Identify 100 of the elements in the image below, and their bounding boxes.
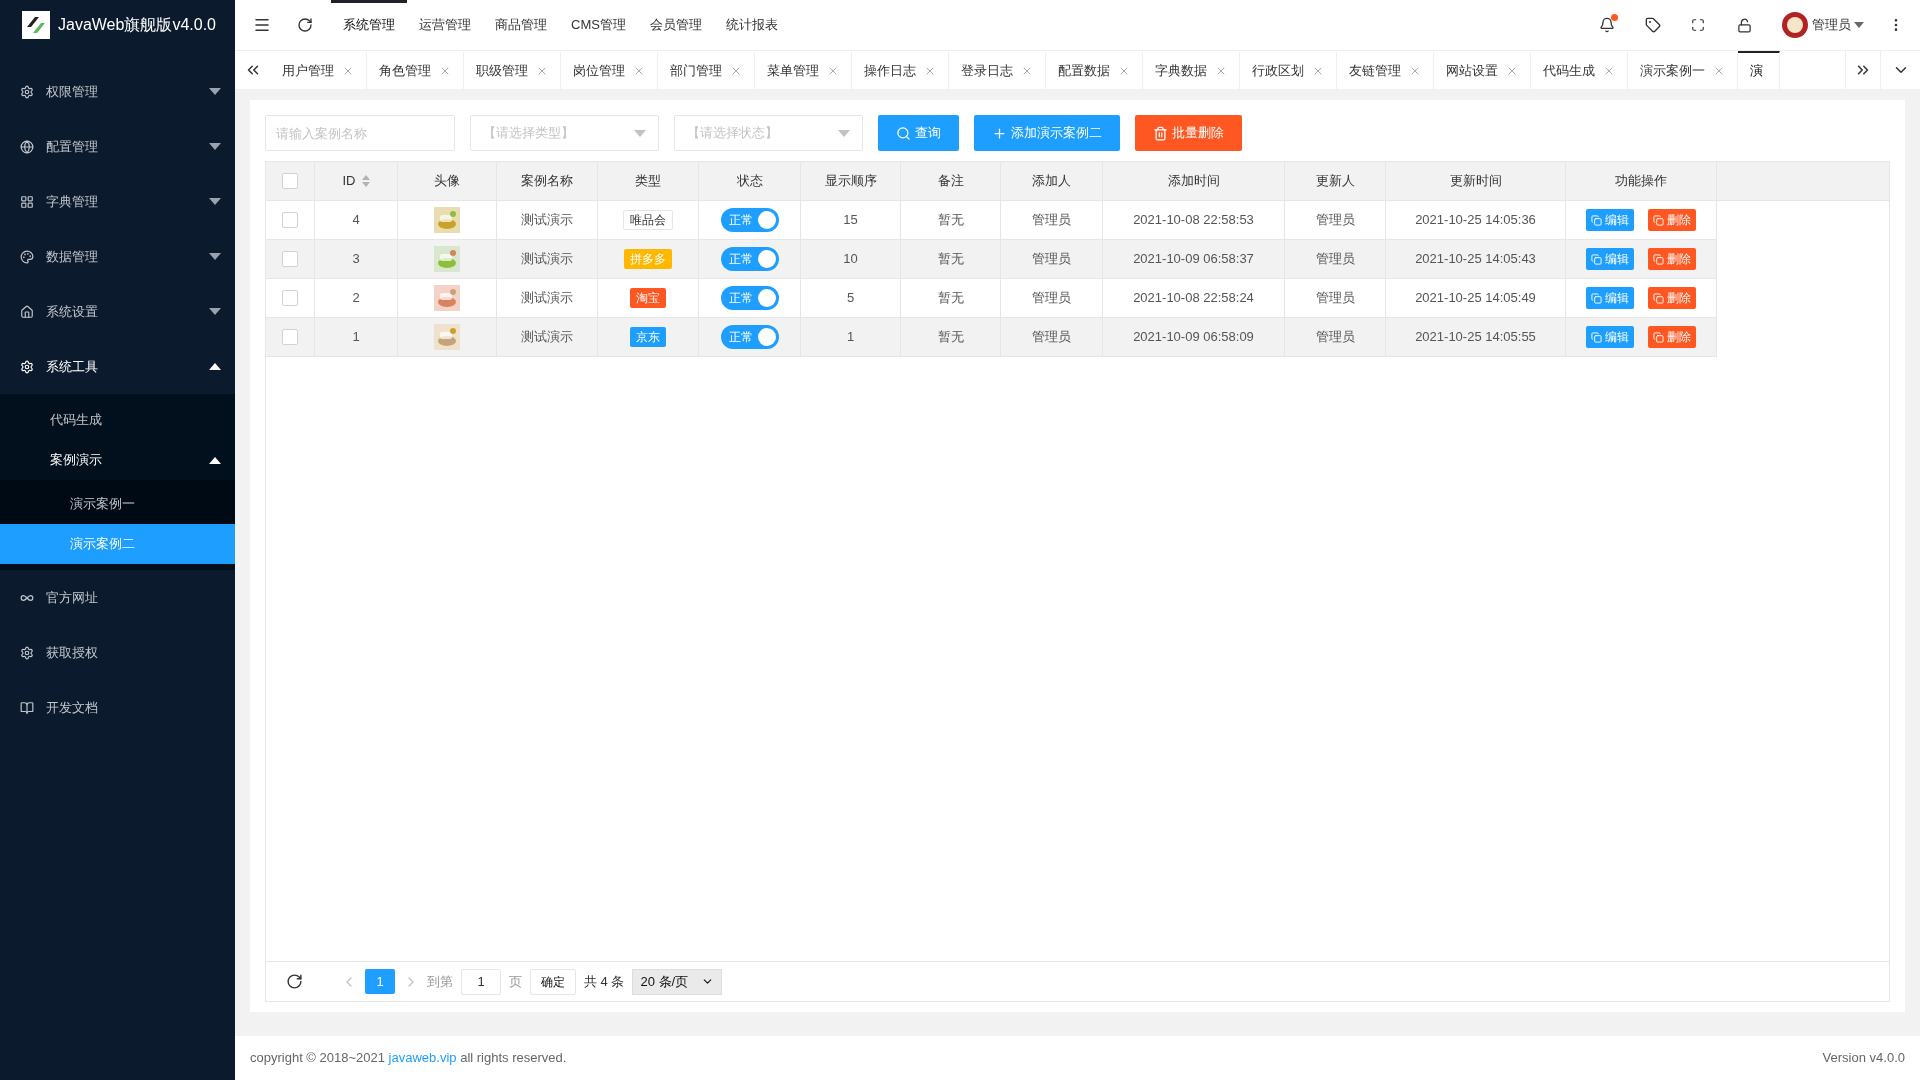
table-cell-text: 10 (843, 250, 858, 269)
close-icon[interactable] (1713, 65, 1725, 77)
page-tab[interactable]: 友链管理 (1337, 51, 1434, 89)
column-header[interactable]: ID (342, 171, 356, 191)
close-icon[interactable] (633, 65, 645, 77)
sidebar-item[interactable]: 官方网址 (0, 570, 235, 625)
page-tab[interactable]: 用户管理 (270, 51, 367, 89)
submenu-item[interactable]: 代码生成 (0, 400, 235, 440)
sidebar-item[interactable]: 获取授权 (0, 625, 235, 680)
close-icon[interactable] (1215, 65, 1227, 77)
table-cell-text: 暂无 (937, 328, 964, 347)
table-cell-text: 管理员 (1032, 211, 1071, 230)
page-tab[interactable]: 职级管理 (464, 51, 561, 89)
checkbox[interactable] (282, 212, 298, 228)
page-tab[interactable]: 行政区划 (1240, 51, 1337, 89)
top-nav-item[interactable]: CMS管理 (559, 0, 638, 50)
copy-icon (1591, 214, 1602, 226)
table-cell-text: 管理员 (1315, 289, 1355, 308)
table-cell-text: 测试演示 (521, 328, 573, 347)
table-cell-text: 2021-10-25 14:05:49 (1415, 289, 1536, 308)
user-name[interactable]: 管理员 (1812, 15, 1851, 35)
close-icon[interactable] (1021, 65, 1033, 77)
page-tab[interactable]: 演 (1738, 51, 1780, 89)
table-cell-text: 管理员 (1032, 289, 1071, 308)
page-tab[interactable]: 部门管理 (658, 51, 755, 89)
checkbox[interactable] (282, 290, 298, 306)
caret-icon (209, 308, 221, 315)
page-unit-label: 页 (509, 972, 522, 991)
close-icon[interactable] (730, 65, 742, 77)
caret-icon (634, 129, 646, 137)
sidebar-item[interactable]: 字典管理 (0, 174, 235, 229)
caret-icon (209, 253, 221, 260)
close-icon[interactable] (439, 65, 451, 77)
sidebar-item[interactable]: 权限管理 (0, 64, 235, 119)
sidebar-item[interactable]: 数据管理 (0, 229, 235, 284)
fullscreen-icon[interactable] (1691, 18, 1705, 32)
table-cell-text: 2 (352, 289, 360, 308)
table-cell-text: 2021-10-09 06:58:37 (1133, 250, 1254, 269)
sort-icon[interactable] (361, 175, 370, 187)
confirm-button[interactable]: 确定 (530, 968, 576, 995)
table-cell-text: 2021-10-09 06:58:09 (1133, 328, 1254, 347)
submenu-item[interactable]: 演示案例一 (0, 484, 235, 524)
top-nav-item[interactable]: 商品管理 (483, 0, 559, 50)
close-icon[interactable] (536, 65, 548, 77)
table-cell-text: 测试演示 (521, 211, 573, 230)
page-tab[interactable]: 菜单管理 (755, 51, 852, 89)
table-cell-text: 测试演示 (521, 250, 573, 269)
user-avatar (1782, 12, 1808, 38)
page-size-select[interactable]: 20 条/页 (632, 968, 723, 995)
checkbox[interactable] (282, 173, 298, 189)
top-nav-item[interactable]: 会员管理 (637, 0, 714, 50)
checkbox[interactable] (282, 329, 298, 345)
close-icon[interactable] (1506, 65, 1518, 77)
sidebar-item[interactable]: 开发文档 (0, 680, 235, 735)
bell-icon[interactable] (1599, 17, 1615, 33)
refresh-icon[interactable] (297, 17, 313, 33)
close-icon[interactable] (342, 65, 354, 77)
table-cell-text: 管理员 (1315, 328, 1355, 347)
total-count: 共 4 条 (584, 972, 625, 991)
sidebar-item[interactable]: 系统设置 (0, 284, 235, 339)
close-icon[interactable] (1118, 65, 1130, 77)
plus-icon (992, 125, 1007, 141)
trash-icon (1153, 125, 1168, 141)
top-nav-item[interactable]: 运营管理 (407, 0, 483, 50)
table-cell-text: 2021-10-25 14:05:55 (1415, 328, 1536, 347)
table-cell-text: 2021-10-25 14:05:36 (1415, 211, 1536, 230)
page-tab[interactable]: 代码生成 (1531, 51, 1628, 89)
column-header: 添加人 (1032, 172, 1071, 191)
copy-icon (1653, 253, 1664, 265)
table-cell-text: 暂无 (937, 289, 964, 308)
page-tab[interactable]: 字典数据 (1143, 51, 1240, 89)
column-header: 更新时间 (1449, 172, 1502, 191)
table-cell-text: 管理员 (1032, 328, 1071, 347)
page-tab[interactable]: 登录日志 (949, 51, 1046, 89)
table-cell-text: 1 (846, 328, 855, 347)
table-cell-text: 1 (352, 328, 360, 347)
top-nav-item[interactable]: 统计报表 (713, 0, 790, 50)
close-icon[interactable] (924, 65, 936, 77)
close-icon[interactable] (827, 65, 839, 77)
page-field[interactable]: 1 (461, 968, 501, 995)
page-tab[interactable]: 网站设置 (1434, 51, 1531, 89)
tag-icon[interactable] (1645, 17, 1661, 33)
table-cell-text: 管理员 (1032, 250, 1071, 269)
type-tag: 京东 (630, 327, 666, 347)
close-icon[interactable] (1409, 65, 1421, 77)
submenu-item[interactable]: 案例演示 (0, 440, 235, 480)
checkbox[interactable] (282, 251, 298, 267)
sidebar-item[interactable]: 系统工具 (0, 339, 235, 394)
refresh-icon[interactable] (286, 973, 303, 990)
close-icon[interactable] (1603, 65, 1615, 77)
page-tab[interactable]: 配置数据 (1046, 51, 1143, 89)
caret-icon (209, 363, 221, 370)
lock-icon[interactable] (1737, 17, 1752, 33)
sidebar-item[interactable]: 配置管理 (0, 119, 235, 174)
page-tab[interactable]: 操作日志 (852, 51, 949, 89)
page-tab[interactable]: 岗位管理 (561, 51, 658, 89)
copy-icon (1653, 214, 1664, 226)
table-cell-text: 测试演示 (521, 289, 573, 308)
close-icon[interactable] (1312, 65, 1324, 77)
page-tab[interactable]: 角色管理 (367, 51, 464, 89)
